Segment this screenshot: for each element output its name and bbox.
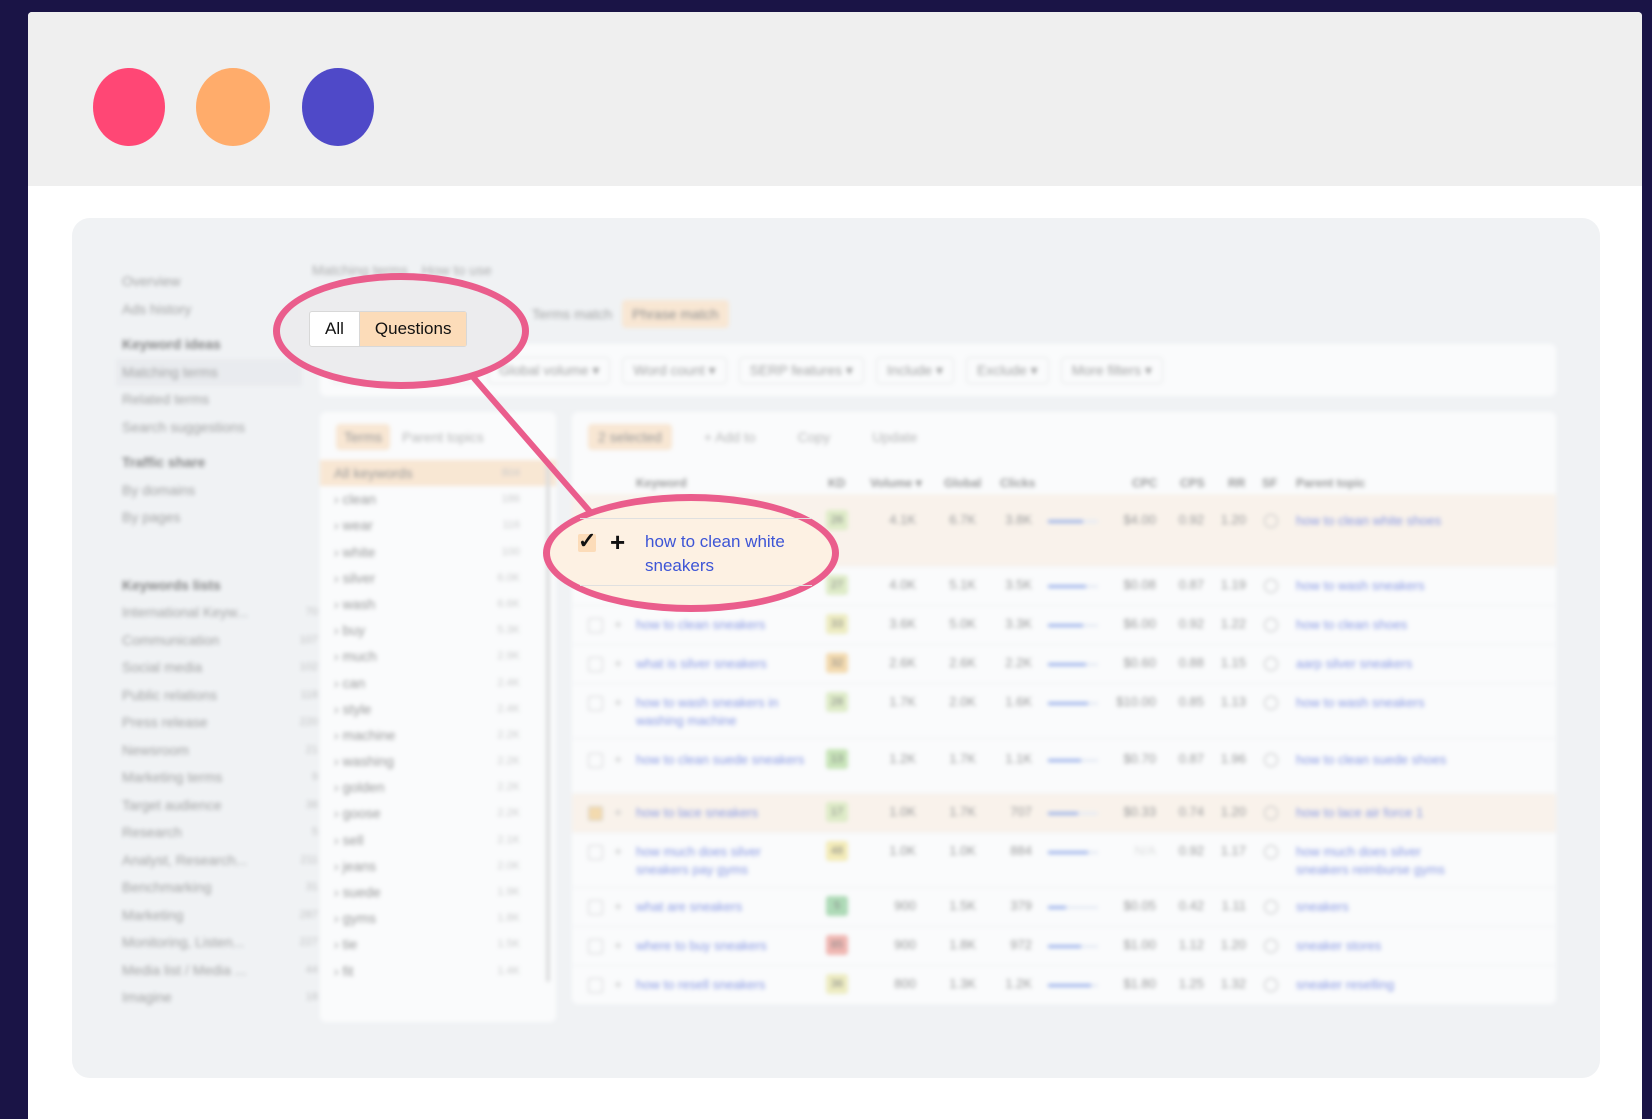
close-dot[interactable] xyxy=(93,68,165,146)
keyword-link[interactable]: how to clean white sneakers xyxy=(645,530,815,578)
minimize-dot[interactable] xyxy=(196,68,270,146)
tab-questions[interactable]: Questions xyxy=(358,312,467,346)
add-to-list-icon[interactable]: + xyxy=(610,527,625,558)
maximize-dot[interactable] xyxy=(302,68,374,146)
tab-all[interactable]: All xyxy=(310,312,359,346)
keyword-type-segmented-control: All Questions xyxy=(309,311,468,347)
title-bar xyxy=(28,12,1642,186)
row-checkbox[interactable] xyxy=(578,528,596,554)
